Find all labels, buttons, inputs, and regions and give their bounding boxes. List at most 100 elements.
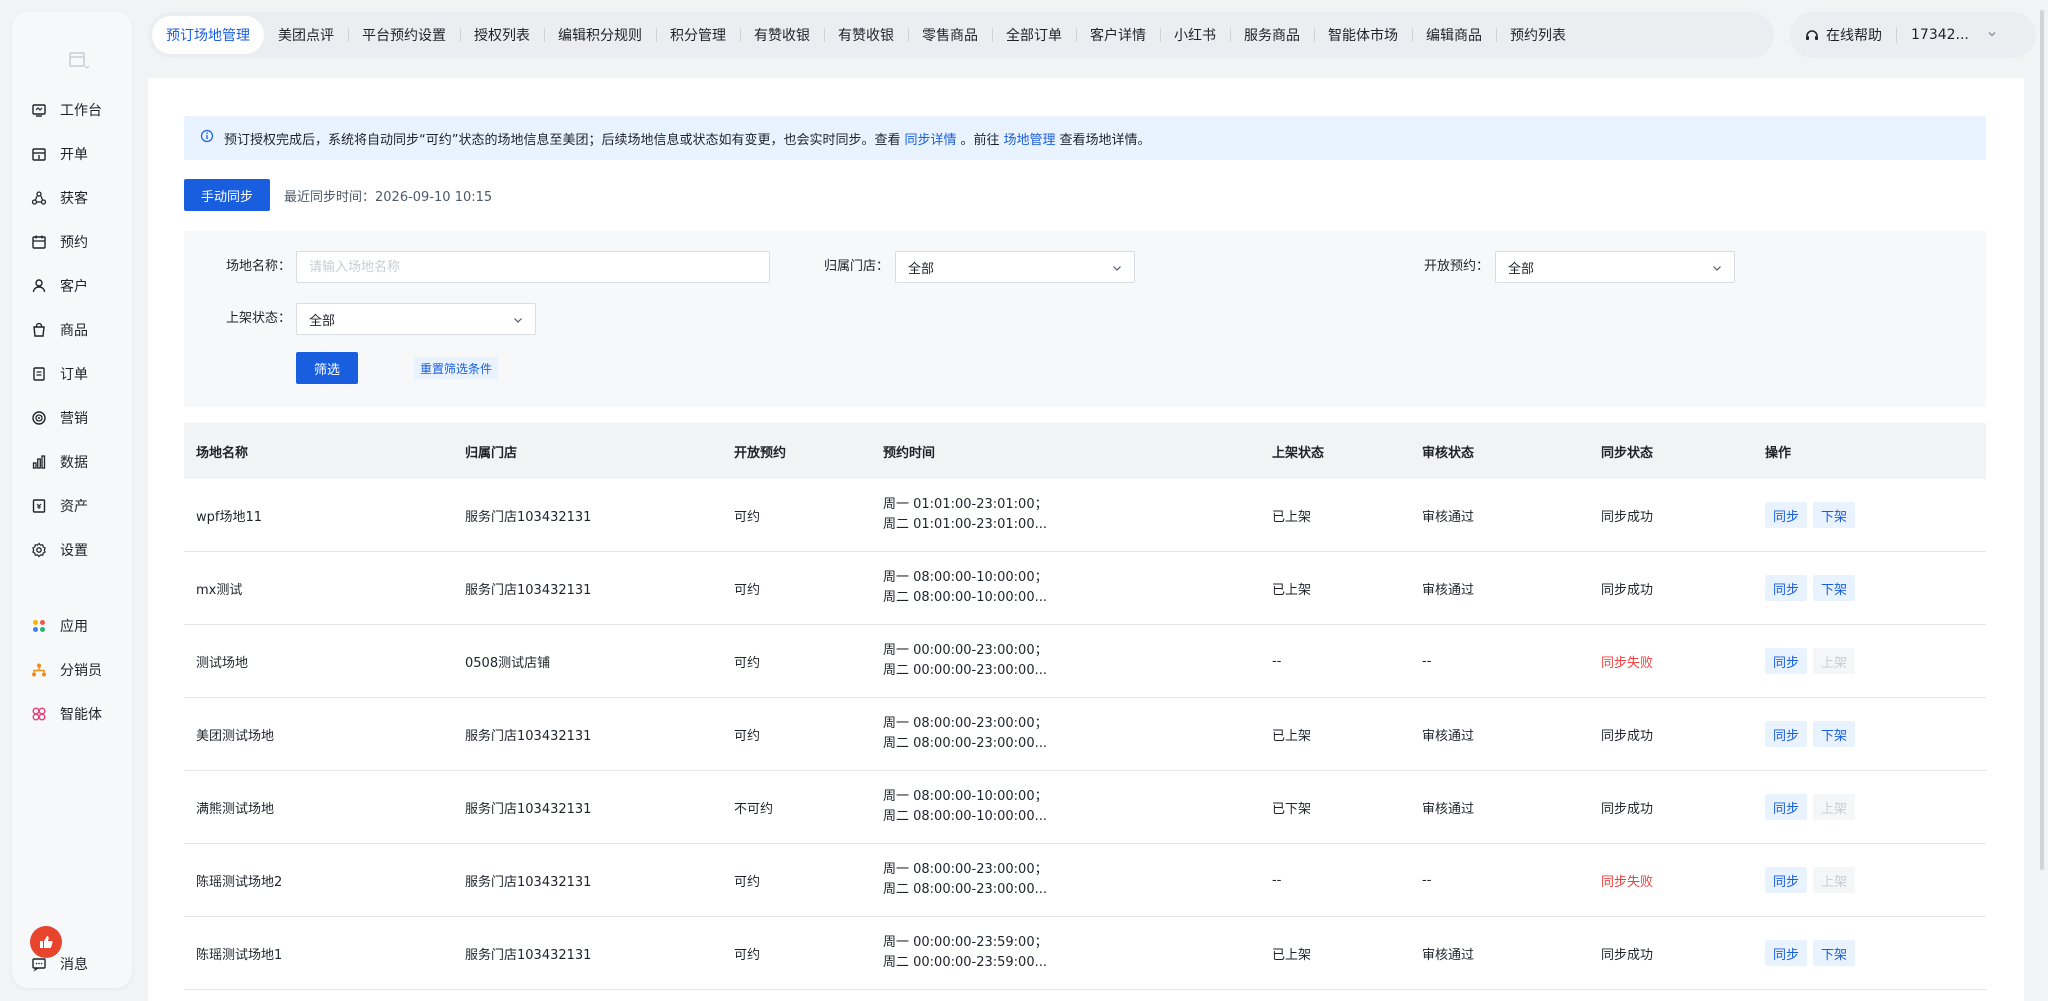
column-header: 上架状态 [1272,445,1325,461]
scrollbar[interactable] [2036,0,2044,1001]
take-off-shelf-button[interactable]: 下架 [1813,502,1856,528]
open-booking-cell: 可约 [734,728,761,744]
sidebar-item-acquire[interactable]: 获客 [30,180,122,216]
scrollbar-thumb[interactable] [2040,10,2044,870]
tab-16[interactable]: 预约列表 [1496,16,1580,54]
sidebar-item-doc[interactable]: 订单 [30,356,122,392]
tab-10[interactable]: 全部订单 [992,16,1076,54]
sidebar-item-label: 获客 [60,191,88,207]
take-off-shelf-button[interactable]: 下架 [1813,721,1856,747]
tab-11[interactable]: 客户详情 [1076,16,1160,54]
user-menu[interactable]: 17342... [1911,27,1997,43]
store-label: 归属门店： [824,259,890,274]
time-line: 周二 08:00:00-10:00:00... [883,809,1047,824]
venue-name-input[interactable] [296,251,770,283]
filter-button[interactable]: 筛选 [296,352,358,384]
tab-7[interactable]: 有赞收银 [740,16,824,54]
info-alert: 预订授权完成后，系统将自动同步“可约”状态的场地信息至美团；后续场地信息或状态如… [184,116,1986,160]
tab-13[interactable]: 服务商品 [1230,16,1314,54]
tab-2[interactable]: 美团点评 [264,16,348,54]
sidebar-item-target[interactable]: 营销 [30,400,122,436]
sidebar-item-gear[interactable]: 设置 [30,532,122,568]
open-booking-cell: 可约 [734,947,761,963]
actions-cell: 同步 下架 [1753,940,1986,966]
table-row: 陈瑶测试场地1 服务门店103432131 可约 周一 00:00:00-23:59:… [184,917,1986,990]
time-line: 周一 00:00:00-23:59:00； [883,935,1048,950]
alert-text: 查看场地详情。 [1059,132,1151,148]
shelf-status-label: 上架状态： [226,311,292,326]
take-off-shelf-button[interactable]: 下架 [1813,940,1856,966]
sidebar-item-distributor[interactable]: 分销员 [30,652,122,688]
audit-status-cell: 审核通过 [1422,728,1475,744]
order-create-icon [30,145,48,163]
chevron-down-icon [1712,262,1722,272]
tab-5[interactable]: 编辑积分规则 [544,16,656,54]
sidebar-item-order-create[interactable]: 开单 [30,136,122,172]
shelf-status-select-value: 全部 [309,313,336,329]
shelf-status-cell: 已上架 [1272,509,1312,525]
help-button[interactable]: 在线帮助 [1804,25,1882,45]
sidebar-item-bag[interactable]: 商品 [30,312,122,348]
tab-8[interactable]: 有赞收银 [824,16,908,54]
column-header: 审核状态 [1422,445,1475,461]
actions-cell: 同步 上架 [1753,648,1986,674]
manual-sync-button[interactable]: 手动同步 [184,179,271,211]
sync-row-button[interactable]: 同步 [1765,502,1808,528]
store-cell: 服务门店103432131 [465,582,592,598]
sync-row-button[interactable]: 同步 [1765,648,1808,674]
open-booking-select[interactable]: 全部 [1495,251,1735,283]
sidebar-item-label: 应用 [60,619,88,635]
shelf-status-select[interactable]: 全部 [296,303,536,335]
sync-row-button[interactable]: 同步 [1765,794,1808,820]
sidebar-item-label: 工作台 [60,103,102,119]
table-row: 美团测试场地 服务门店103432131 可约 周一 08:00:00-23:00:0… [184,698,1986,771]
tab-4[interactable]: 授权列表 [460,16,544,54]
sync-row-button[interactable]: 同步 [1765,940,1808,966]
take-off-shelf-button[interactable]: 下架 [1813,575,1856,601]
info-icon [200,129,214,147]
sidebar-item-asset[interactable]: 资产 [30,488,122,524]
column-header: 同步状态 [1601,445,1654,461]
chevron-down-icon [1987,28,1997,42]
sync-row: 手动同步 最近同步时间：2026-09-10 10:15 [184,179,492,211]
tab-15[interactable]: 编辑商品 [1412,16,1496,54]
tab-14[interactable]: 智能体市场 [1314,16,1412,54]
venue-manage-link[interactable]: 场地管理 [1004,129,1056,148]
sidebar-item-user[interactable]: 客户 [30,268,122,304]
chevron-down-icon [1112,262,1122,272]
sync-detail-link[interactable]: 同步详情 [904,129,956,148]
store-cell: 服务门店103432131 [465,728,592,744]
sidebar-item-label: 商品 [60,323,88,339]
sidebar-item-label: 营销 [60,411,88,427]
table-header: 场地名称 归属门店 开放预约 预约时间 上架状态 审核状态 同步状态 操作 [184,423,1986,479]
sync-row-button[interactable]: 同步 [1765,721,1808,747]
time-line: 周一 00:00:00-23:00:00； [883,643,1048,658]
store-logo-icon[interactable] [60,42,96,78]
sidebar-item-calendar[interactable]: 预约 [30,224,122,260]
sidebar-item-workbench[interactable]: 工作台 [30,92,122,128]
sidebar-item-agent[interactable]: 智能体 [30,696,122,732]
alert-text: 预订授权完成后，系统将自动同步“可约”状态的场地信息至美团；后续场地信息或状态如… [224,132,901,148]
tab-9[interactable]: 零售商品 [908,16,992,54]
booking-time-cell: 周一 00:00:00-23:59:00； 周二 00:00:00-23:59:0… [871,933,1260,973]
tab-6[interactable]: 积分管理 [656,16,740,54]
tab-1[interactable]: 预订场地管理 [152,16,264,54]
sync-status-cell: 同步成功 [1601,801,1654,817]
sidebar-item-label: 数据 [60,455,88,471]
actions-cell: 同步 上架 [1753,794,1986,820]
reset-filter-button[interactable]: 重置筛选条件 [414,357,499,379]
shelf-status-cell: 已下架 [1272,801,1312,817]
sidebar-item-label: 智能体 [60,707,102,723]
sidebar-item-apps[interactable]: 应用 [30,608,122,644]
sidebar-item-messages[interactable]: 消息 [30,946,122,982]
actions-cell: 同步 下架 [1753,575,1986,601]
sync-row-button[interactable]: 同步 [1765,867,1808,893]
sync-row-button[interactable]: 同步 [1765,575,1808,601]
tab-12[interactable]: 小红书 [1160,16,1230,54]
time-line: 周一 08:00:00-23:00:00； [883,716,1048,731]
time-line: 周一 08:00:00-23:00:00； [883,862,1048,877]
store-select[interactable]: 全部 [895,251,1135,283]
tab-3[interactable]: 平台预约设置 [348,16,460,54]
table-row: 陈瑶测试场地2 服务门店103432131 可约 周一 08:00:00-23:00:… [184,844,1986,917]
sidebar-item-chart[interactable]: 数据 [30,444,122,480]
